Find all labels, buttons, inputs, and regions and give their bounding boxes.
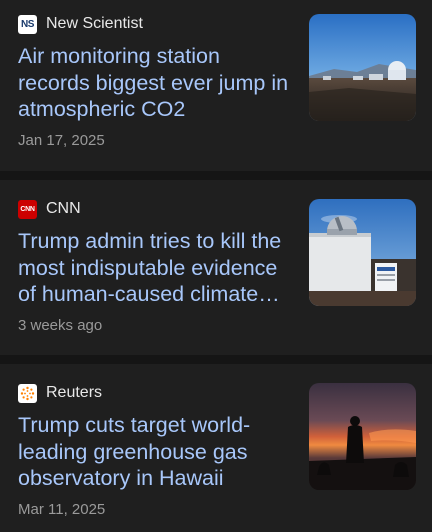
headline-link[interactable]: Trump admin tries to kill the most indis… <box>18 228 296 308</box>
source-name: Reuters <box>46 384 103 401</box>
source-row: Reuters <box>18 383 102 403</box>
observatory-landscape-image <box>309 14 416 121</box>
thumbnail-image[interactable] <box>309 14 416 121</box>
news-feed: NS New Scientist Air monitoring station … <box>0 0 432 532</box>
publish-date: 3 weeks ago <box>18 317 103 334</box>
thumbnail-image[interactable] <box>309 199 416 306</box>
new-scientist-logo-icon: NS <box>18 14 37 34</box>
logo-text: NS <box>21 18 34 30</box>
cnn-logo-icon: CNN <box>18 199 37 219</box>
sunset-silhouette-image <box>309 383 416 490</box>
source-row: CNN CNN <box>18 199 81 219</box>
observatory-dome-image <box>309 199 416 306</box>
source-name: CNN <box>46 200 81 217</box>
news-card[interactable]: Reuters Trump cuts target world-leading … <box>0 364 432 532</box>
publish-date: Mar 11, 2025 <box>18 501 106 518</box>
news-card[interactable]: NS New Scientist Air monitoring station … <box>0 0 432 171</box>
reuters-logo-icon <box>18 383 37 403</box>
headline-link[interactable]: Air monitoring station records biggest e… <box>18 43 296 123</box>
source-name: New Scientist <box>46 15 143 32</box>
headline-link[interactable]: Trump cuts target world-leading greenhou… <box>18 412 296 492</box>
source-row: NS New Scientist <box>18 14 143 34</box>
news-card[interactable]: CNN CNN Trump admin tries to kill the mo… <box>0 180 432 355</box>
card-divider <box>0 355 432 364</box>
logo-text: CNN <box>20 205 35 213</box>
thumbnail-image[interactable] <box>309 383 416 490</box>
publish-date: Jan 17, 2025 <box>18 132 105 149</box>
card-divider <box>0 171 432 180</box>
